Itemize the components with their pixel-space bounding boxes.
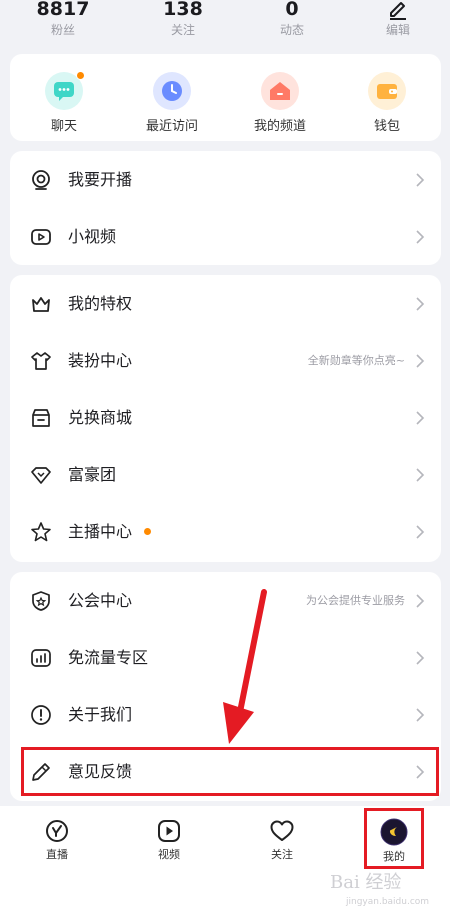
follow-stat[interactable]: 138 关注	[138, 0, 228, 37]
fans-stat[interactable]: 8817 粉丝	[18, 0, 108, 37]
menu-item-broadcast[interactable]: 我要开播	[10, 151, 441, 208]
menu-item-label: 富豪团	[68, 464, 117, 484]
menu-item-label: 意见反馈	[68, 761, 133, 781]
chevron-right-icon	[416, 229, 425, 244]
menu-group-guild: 公会中心 为公会提供专业服务 免流量专区 关于我们 意见反馈	[10, 572, 441, 801]
pencil-icon	[32, 762, 50, 781]
quick-chat[interactable]: 聊天	[14, 71, 114, 135]
menu-item-privileges[interactable]: 我的特权	[10, 275, 441, 332]
notification-dot	[144, 528, 151, 535]
broadcast-icon	[32, 169, 50, 190]
crown-icon	[32, 296, 50, 312]
tab-live[interactable]: 直播	[22, 818, 92, 862]
star-icon	[31, 521, 51, 541]
wallet-icon	[368, 72, 406, 110]
tab-follow[interactable]: 关注	[247, 818, 317, 862]
menu-item-label: 兑换商城	[68, 407, 133, 427]
edit-label: 编辑	[385, 23, 410, 37]
chevron-right-icon	[416, 707, 425, 722]
menu-item-about[interactable]: 关于我们	[10, 686, 441, 743]
quick-actions-card: 聊天 最近访问 我的频道 钱包	[10, 54, 441, 141]
live-icon	[46, 820, 68, 842]
menu-item-anchor-center[interactable]: 主播中心	[10, 503, 441, 560]
follow-label: 关注	[170, 23, 195, 37]
chevron-right-icon	[416, 296, 425, 311]
quick-channel[interactable]: 我的频道	[230, 72, 330, 135]
menu-item-label: 主播中心	[68, 521, 133, 541]
menu-item-dressup[interactable]: 装扮中心 全新勋章等你点亮~	[10, 332, 441, 389]
heart-icon	[270, 820, 294, 841]
diamond-icon	[31, 466, 51, 484]
edit-button[interactable]: 编辑	[353, 0, 443, 37]
shirt-icon	[31, 351, 51, 370]
tab-label: 关注	[271, 848, 293, 861]
menu-group-broadcast: 我要开播 小视频	[10, 151, 441, 265]
menu-item-label: 我要开播	[68, 169, 133, 189]
quick-channel-label: 我的频道	[253, 119, 306, 134]
shield-icon	[32, 590, 50, 611]
store-icon	[32, 408, 50, 427]
tab-mine[interactable]: 我的	[359, 818, 429, 864]
watermark-url: jingyan.baidu.com	[346, 897, 430, 907]
fans-label: 粉丝	[50, 23, 75, 37]
clock-icon	[153, 72, 191, 110]
menu-group-privileges: 我的特权 装扮中心 全新勋章等你点亮~ 兑换商城 富豪团 主播中心	[10, 275, 441, 562]
tab-label: 直播	[46, 848, 68, 861]
menu-item-label: 装扮中心	[68, 350, 133, 370]
menu-item-rich-club[interactable]: 富豪团	[10, 446, 441, 503]
edit-icon	[390, 2, 406, 20]
chat-icon	[45, 71, 85, 110]
play-icon	[158, 820, 180, 842]
quick-wallet-label: 钱包	[373, 119, 400, 134]
menu-item-subtitle: 全新勋章等你点亮~	[307, 353, 405, 367]
stats-bar: 8817 粉丝 138 关注 0 动态 编辑	[0, 0, 450, 44]
video-icon	[31, 228, 51, 245]
chevron-right-icon	[416, 524, 425, 539]
chevron-right-icon	[416, 410, 425, 425]
menu-item-short-video[interactable]: 小视频	[10, 208, 441, 265]
quick-recent[interactable]: 最近访问	[122, 72, 222, 135]
tab-video[interactable]: 视频	[134, 818, 204, 862]
quick-recent-label: 最近访问	[145, 119, 198, 134]
chevron-right-icon	[416, 467, 425, 482]
menu-item-feedback[interactable]: 意见反馈	[10, 743, 441, 800]
moments-label: 动态	[279, 23, 304, 37]
chevron-right-icon	[416, 172, 425, 187]
follow-count: 138	[163, 0, 203, 20]
chevron-right-icon	[416, 353, 425, 368]
moments-stat[interactable]: 0 动态	[247, 0, 337, 37]
profile-avatar-icon	[380, 818, 408, 846]
home-icon	[261, 72, 299, 110]
menu-item-label: 小视频	[68, 226, 117, 246]
menu-item-label: 公会中心	[68, 590, 133, 610]
tab-label: 视频	[158, 848, 180, 861]
chat-notification-dot	[76, 71, 85, 80]
tab-label: 我的	[383, 850, 405, 863]
menu-item-label: 关于我们	[68, 704, 133, 724]
chevron-right-icon	[416, 764, 425, 779]
menu-item-subtitle: 为公会提供专业服务	[306, 593, 405, 607]
menu-item-guild-center[interactable]: 公会中心 为公会提供专业服务	[10, 572, 441, 629]
moments-count: 0	[285, 0, 299, 20]
menu-item-label: 免流量专区	[68, 647, 149, 667]
info-icon	[31, 704, 51, 725]
menu-item-label: 我的特权	[68, 293, 133, 313]
chevron-right-icon	[416, 593, 425, 608]
fans-count: 8817	[36, 0, 90, 20]
quick-wallet[interactable]: 钱包	[337, 72, 437, 135]
chevron-right-icon	[416, 650, 425, 665]
menu-item-exchange-store[interactable]: 兑换商城	[10, 389, 441, 446]
watermark-text: Bai 经验	[330, 872, 402, 893]
quick-chat-label: 聊天	[50, 119, 77, 134]
menu-item-free-data[interactable]: 免流量专区	[10, 629, 441, 686]
signal-icon	[31, 648, 51, 667]
